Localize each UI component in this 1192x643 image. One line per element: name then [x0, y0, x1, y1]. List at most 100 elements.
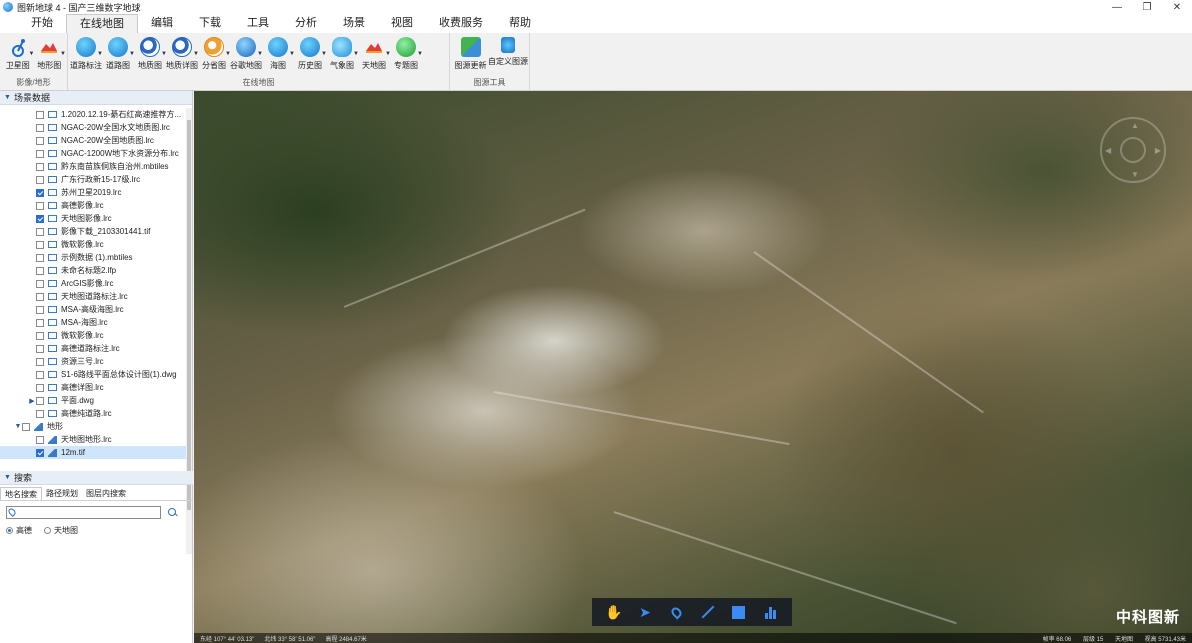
tree-item[interactable]: MSA-海图.lrc [0, 316, 186, 329]
tree-item[interactable]: ArcGIS影像.lrc [0, 277, 186, 290]
ribbon-button[interactable]: 地形图 ▼ [34, 35, 66, 75]
ribbon-button[interactable]: 卫星图 ▼ [2, 35, 35, 75]
navigation-compass[interactable]: ▲ ▼ ◀ ▶ [1100, 117, 1166, 183]
collapse-triangle-icon[interactable]: ▼ [4, 474, 11, 481]
layer-checkbox[interactable] [36, 123, 44, 132]
layer-checkbox[interactable] [36, 396, 44, 405]
tree-item[interactable]: 高德道路标注.lrc [0, 342, 186, 355]
tree-item[interactable]: NGAC-20W全国地质图.lrc [0, 134, 186, 147]
tree-item[interactable]: 高德纯道路.lrc [0, 407, 186, 420]
menu-tab[interactable]: 在线地图 [66, 14, 138, 33]
menu-tab[interactable]: 工具 [234, 14, 282, 33]
search-icon[interactable] [167, 507, 179, 519]
layer-checkbox[interactable] [36, 188, 44, 197]
layer-checkbox[interactable] [36, 149, 44, 158]
source-radio-option[interactable]: 高德 [6, 525, 32, 536]
dropdown-arrow-icon[interactable]: ▼ [417, 51, 423, 57]
layer-checkbox[interactable] [36, 331, 44, 340]
layer-checkbox[interactable] [36, 253, 44, 262]
minimize-button[interactable]: — [1102, 0, 1132, 14]
ribbon-button[interactable]: 专题图 ▼ [390, 35, 423, 75]
radio-button[interactable] [6, 527, 13, 534]
menu-tab[interactable]: 场景 [330, 14, 378, 33]
expand-icon[interactable]: ▼ [14, 423, 22, 430]
search-input[interactable] [6, 506, 161, 519]
ribbon-button[interactable]: 气象图 ▼ [326, 35, 359, 75]
ribbon-button[interactable]: 历史图 ▼ [294, 35, 327, 75]
south-arrow-icon[interactable]: ▼ [1131, 170, 1139, 179]
placemark-icon[interactable] [667, 603, 685, 621]
expand-icon[interactable]: ▶ [28, 397, 36, 405]
menu-tab[interactable]: 编辑 [138, 14, 186, 33]
ribbon-button[interactable]: 道路图 ▼ [102, 35, 135, 75]
tree-item[interactable]: 影像下载_2103301441.tif [0, 225, 186, 238]
ribbon-button[interactable]: 海图 ▼ [262, 35, 295, 75]
tree-item[interactable]: 12m.tif [0, 446, 186, 459]
menu-tab[interactable]: 帮助 [496, 14, 544, 33]
east-arrow-icon[interactable]: ▶ [1155, 146, 1161, 155]
map-3d-view[interactable]: ▲ ▼ ◀ ▶ ✋ ➤ 中科图新 东经 107° 44' 03.13" 北纬 3… [194, 91, 1192, 643]
tree-item[interactable]: 广东行政新15-17级.lrc [0, 173, 186, 186]
tree-item[interactable]: 微软影像.lrc [0, 329, 186, 342]
search-tab[interactable]: 路径规划 [42, 487, 82, 500]
menu-tab[interactable]: 收费服务 [426, 14, 496, 33]
tree-item[interactable]: NGAC-20W全国水文地质图.lrc [0, 121, 186, 134]
tree-item[interactable]: 黔东南苗族侗族自治州.mbtiles [0, 160, 186, 173]
ribbon-button[interactable]: 图源更新 [452, 35, 489, 75]
collapse-triangle-icon[interactable]: ▼ [4, 94, 11, 101]
layer-checkbox[interactable] [36, 318, 44, 327]
tree-item[interactable]: 高德详图.lrc [0, 381, 186, 394]
menu-tab[interactable]: 下载 [186, 14, 234, 33]
layer-checkbox[interactable] [36, 240, 44, 249]
dropdown-arrow-icon[interactable]: ▼ [60, 51, 66, 57]
tree-item[interactable]: 高德影像.lrc [0, 199, 186, 212]
tree-item[interactable]: 微软影像.lrc [0, 238, 186, 251]
pan-hand-icon[interactable]: ✋ [605, 603, 623, 621]
layer-checkbox[interactable] [36, 214, 44, 223]
tree-item[interactable]: ▶ 平面.dwg [0, 394, 186, 407]
tree-item[interactable]: 苏州卫星2019.lrc [0, 186, 186, 199]
compass-center[interactable] [1120, 137, 1146, 163]
select-arrow-icon[interactable]: ➤ [636, 603, 654, 621]
elevation-profile-icon[interactable] [761, 603, 779, 621]
ribbon-button[interactable]: 道路标注 ▼ [70, 35, 103, 75]
tree-item[interactable]: 天地图道路标注.lrc [0, 290, 186, 303]
tree-item[interactable]: 1.2020.12.19-綦石红高速推荐方... [0, 108, 186, 121]
tree-item[interactable]: 未命名标题2.lfp [0, 264, 186, 277]
scene-data-header[interactable]: ▼ 场景数据 [0, 91, 192, 105]
ribbon-button[interactable]: 天地图 ▼ [358, 35, 391, 75]
menu-tab[interactable]: 视图 [378, 14, 426, 33]
ribbon-button[interactable]: 谷歌地图 ▼ [230, 35, 263, 75]
tree-item[interactable]: 资源三号.lrc [0, 355, 186, 368]
layer-checkbox[interactable] [36, 305, 44, 314]
tree-item[interactable]: 示例数据 (1).mbtiles [0, 251, 186, 264]
tree-item[interactable]: MSA-高级海图.lrc [0, 303, 186, 316]
layer-checkbox[interactable] [36, 201, 44, 210]
layer-checkbox[interactable] [36, 383, 44, 392]
line-icon[interactable] [699, 603, 717, 621]
ribbon-button[interactable]: 分省图 ▼ [198, 35, 231, 75]
layer-checkbox[interactable] [36, 370, 44, 379]
layer-checkbox[interactable] [36, 344, 44, 353]
tree-item[interactable]: 天地图地形.lrc [0, 433, 186, 446]
layer-checkbox[interactable] [36, 448, 44, 457]
west-arrow-icon[interactable]: ◀ [1105, 146, 1111, 155]
layer-checkbox[interactable] [36, 279, 44, 288]
north-arrow-icon[interactable]: ▲ [1131, 121, 1139, 130]
ribbon-button[interactable]: 自定义图源 [488, 35, 528, 75]
close-button[interactable]: ✕ [1162, 0, 1192, 14]
layer-checkbox[interactable] [22, 422, 30, 431]
ribbon-button[interactable]: 地质详图 ▼ [166, 35, 199, 75]
layer-checkbox[interactable] [36, 292, 44, 301]
menu-tab[interactable]: 分析 [282, 14, 330, 33]
source-radio-option[interactable]: 天地图 [44, 525, 78, 536]
menu-tab[interactable]: 开始 [18, 14, 66, 33]
tree-item[interactable]: S1-6路线平面总体设计图(1).dwg [0, 368, 186, 381]
restore-button[interactable]: ❐ [1132, 0, 1162, 14]
scrollbar-thumb[interactable] [187, 120, 191, 510]
layer-checkbox[interactable] [36, 266, 44, 275]
layer-checkbox[interactable] [36, 357, 44, 366]
layer-checkbox[interactable] [36, 162, 44, 171]
layer-checkbox[interactable] [36, 136, 44, 145]
polygon-icon[interactable] [730, 603, 748, 621]
